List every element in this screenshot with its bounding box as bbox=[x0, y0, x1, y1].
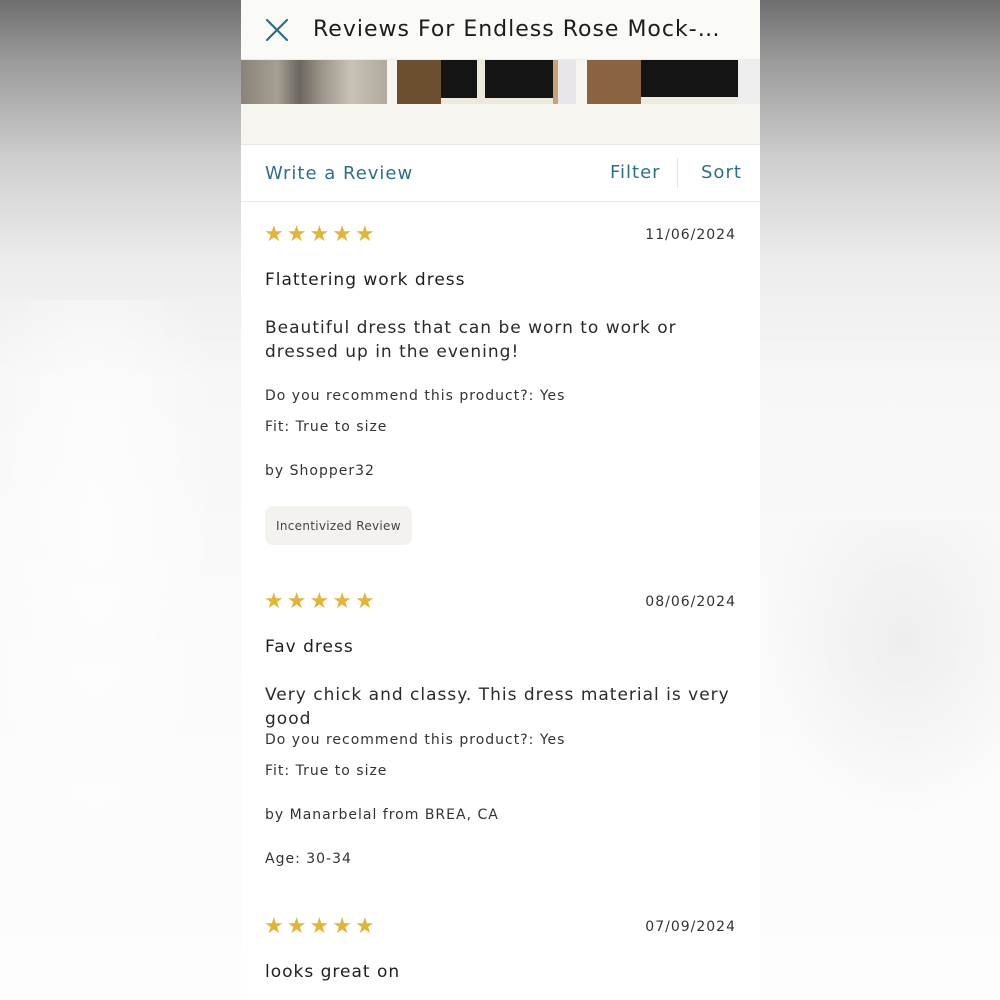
star-icon: ★ bbox=[264, 222, 284, 247]
star-icon: ★ bbox=[264, 914, 284, 939]
photo-detail bbox=[738, 60, 760, 104]
star-icon: ★ bbox=[354, 222, 375, 247]
close-icon bbox=[265, 18, 289, 41]
star-icon: ★ bbox=[286, 589, 307, 614]
review-photo-thumbnail[interactable] bbox=[587, 60, 760, 104]
close-button[interactable] bbox=[265, 18, 289, 42]
reviews-header: Reviews For Endless Rose Mock-Neck... bbox=[241, 0, 760, 60]
review-recommend: Do you recommend this product?: Yes bbox=[265, 732, 566, 748]
star-icon: ★ bbox=[354, 914, 375, 939]
review-age: Age: 30-34 bbox=[265, 851, 352, 867]
reviews-panel: Reviews For Endless Rose Mock-Neck... Wr… bbox=[241, 0, 760, 1000]
review-body: Very chick and classy. This dress materi… bbox=[265, 685, 730, 729]
star-rating: ★ ★ ★ ★ ★ bbox=[264, 224, 375, 246]
star-icon: ★ bbox=[332, 914, 352, 939]
photo-detail bbox=[397, 60, 441, 104]
star-rating: ★ ★ ★ ★ ★ bbox=[264, 591, 375, 613]
review-date: 11/06/2024 bbox=[645, 227, 736, 243]
review-card: ★ ★ ★ ★ ★ 11/06/2024 Flattering work dre… bbox=[241, 202, 760, 570]
sort-button[interactable]: Sort bbox=[701, 162, 742, 183]
filter-button[interactable]: Filter bbox=[610, 162, 661, 183]
photo-detail bbox=[558, 60, 576, 104]
incentivized-badge: Incentivized Review bbox=[265, 506, 412, 545]
review-photo-thumbnail[interactable] bbox=[397, 60, 576, 104]
review-card: ★ ★ ★ ★ ★ 08/06/2024 Fav dress Very chic… bbox=[241, 569, 760, 895]
toolbar-divider bbox=[677, 158, 678, 188]
star-icon: ★ bbox=[264, 589, 284, 614]
review-title: looks great on bbox=[265, 962, 401, 982]
star-icon: ★ bbox=[286, 914, 307, 939]
star-icon: ★ bbox=[309, 914, 330, 939]
star-rating: ★ ★ ★ ★ ★ bbox=[264, 916, 375, 938]
review-author: by Manarbelal from BREA, CA bbox=[265, 807, 499, 823]
background-blur-left bbox=[0, 300, 241, 1000]
star-icon: ★ bbox=[309, 589, 330, 614]
review-card: ★ ★ ★ ★ ★ 07/09/2024 looks great on bbox=[241, 894, 760, 1000]
star-icon: ★ bbox=[332, 222, 352, 247]
star-icon: ★ bbox=[286, 222, 307, 247]
review-date: 07/09/2024 bbox=[645, 919, 736, 935]
star-icon: ★ bbox=[309, 222, 330, 247]
review-photo-thumbnail[interactable] bbox=[241, 60, 387, 104]
review-date: 08/06/2024 bbox=[645, 594, 736, 610]
background-blur-right bbox=[760, 520, 1000, 820]
review-body: Beautiful dress that can be worn to work… bbox=[265, 318, 677, 362]
reviews-toolbar: Write a Review Filter Sort bbox=[241, 144, 760, 202]
write-review-link[interactable]: Write a Review bbox=[265, 163, 413, 184]
review-recommend: Do you recommend this product?: Yes bbox=[265, 388, 566, 404]
review-author: by Shopper32 bbox=[265, 463, 375, 479]
photo-detail bbox=[587, 60, 641, 104]
page-title: Reviews For Endless Rose Mock-Neck... bbox=[313, 17, 733, 42]
review-fit: Fit: True to size bbox=[265, 419, 388, 435]
star-icon: ★ bbox=[332, 589, 352, 614]
photo-detail bbox=[441, 60, 553, 104]
star-icon: ★ bbox=[354, 589, 375, 614]
review-title: Flattering work dress bbox=[265, 270, 466, 290]
photo-detail bbox=[641, 60, 745, 104]
review-title: Fav dress bbox=[265, 637, 354, 657]
review-fit: Fit: True to size bbox=[265, 763, 388, 779]
review-photo-gallery bbox=[241, 60, 760, 144]
